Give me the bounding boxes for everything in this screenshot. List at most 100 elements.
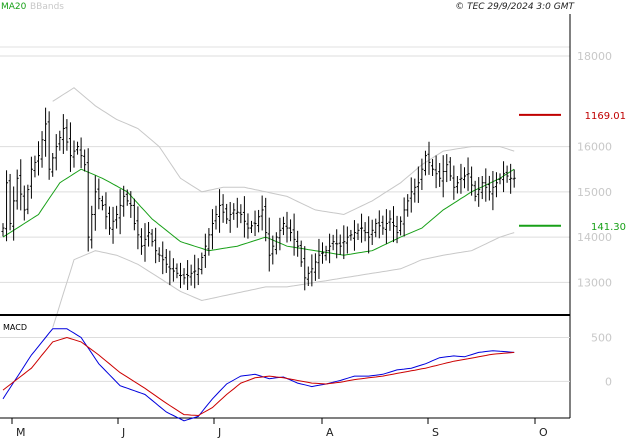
price-tick-label: 15000 [577, 186, 612, 199]
macd-tick-label: 500 [591, 332, 612, 345]
ohlc-bar [459, 163, 463, 194]
ohlc-bar [257, 209, 261, 233]
ohlc-bar [44, 107, 48, 157]
ohlc-bar [406, 194, 410, 217]
month-label: M [16, 426, 26, 439]
month-label: O [539, 426, 548, 439]
bband-upper [52, 87, 515, 216]
ohlc-bar [65, 119, 69, 151]
ohlc-bar [384, 209, 388, 244]
ohlc-bar [274, 232, 278, 255]
ohlc-bar [363, 222, 367, 242]
ohlc-bar [455, 176, 459, 194]
ohlc-bar [232, 203, 236, 220]
ohlc-bar [33, 155, 37, 178]
price-panel: 13000 14000 15000 16000 18000 1169.01 141.30 [0, 46, 626, 328]
ohlc-bar [317, 238, 321, 279]
ohlc-bar [214, 205, 218, 230]
ohlc-bar [278, 217, 282, 251]
ohlc-bars-layer [1, 107, 516, 291]
month-label: J [217, 426, 221, 439]
ohlc-bar [179, 262, 182, 289]
price-gridlines [0, 55, 570, 283]
macd-tick-label: 0 [605, 375, 612, 388]
month-label: J [121, 426, 125, 439]
ohlc-bar [374, 218, 378, 238]
price-tick-label: 16000 [577, 141, 612, 154]
ohlc-bar [51, 153, 55, 177]
ohlc-bar [328, 233, 332, 264]
ohlc-bar [104, 192, 108, 230]
ohlc-bar [54, 134, 58, 171]
ohlc-bar [452, 165, 456, 200]
ohlc-bar [5, 170, 9, 242]
ohlc-bar [196, 258, 200, 286]
ohlc-bar [250, 220, 253, 233]
x-axis-months: MJJASO [11, 418, 548, 439]
ohlc-bar [239, 204, 243, 224]
ohlc-bar [203, 233, 207, 268]
ohlc-bar [79, 137, 83, 169]
ohlc-bar [164, 249, 168, 273]
price-y-axis: 13000 14000 15000 16000 18000 [577, 50, 612, 289]
ohlc-bar [381, 215, 385, 235]
legend-ma20: MA20 [1, 2, 27, 12]
ohlc-bar [26, 184, 30, 215]
ohlc-bar [1, 223, 5, 237]
ohlc-bar [409, 177, 413, 213]
month-label: S [432, 426, 439, 439]
ohlc-bar [267, 217, 271, 272]
ohlc-bar [235, 197, 239, 228]
ohlc-bar [186, 260, 190, 290]
ohlc-bar [246, 213, 250, 239]
ohlc-bar [360, 213, 364, 243]
support-label: 141.30 [591, 222, 626, 233]
ohlc-bar [193, 254, 197, 289]
ohlc-bar [463, 167, 466, 189]
macd-line [2, 328, 515, 422]
ohlc-bar [8, 173, 12, 231]
ohlc-bar [260, 195, 264, 231]
ohlc-bar [445, 154, 449, 183]
ohlc-bar [416, 166, 420, 203]
ohlc-bar [253, 210, 257, 237]
ohlc-bar [200, 252, 204, 275]
chart-canvas: MA20 BBands © TEC 29/9/2024 3:0 GMT 1300… [0, 2, 626, 439]
copyright-text: © TEC 29/9/2024 3:0 GMT [455, 2, 575, 12]
bbands-layer [52, 87, 515, 328]
ohlc-bar [413, 178, 417, 203]
bband-lower [52, 232, 515, 328]
ohlc-bar [487, 175, 491, 201]
month-label: A [326, 426, 334, 439]
ohlc-bar [15, 169, 19, 210]
resistance-label: 1169.01 [585, 111, 626, 122]
ohlc-bar [154, 227, 158, 264]
ohlc-bar [345, 226, 349, 254]
ohlc-bar [83, 149, 87, 172]
ohlc-bar [352, 220, 356, 251]
ohlc-bar [100, 195, 104, 211]
ohlc-bar [157, 247, 161, 262]
ohlc-bar [97, 178, 101, 210]
ohlc-bar [171, 258, 175, 282]
ohlc-bar [512, 169, 516, 188]
ohlc-bar [22, 185, 26, 221]
ohlc-bar [40, 131, 44, 168]
ohlc-bar [448, 157, 452, 181]
ohlc-bar [207, 228, 211, 256]
ohlc-bar [292, 213, 296, 256]
ohlc-bar [494, 172, 498, 198]
ohlc-bar [61, 114, 65, 154]
ohlc-bar [321, 242, 324, 264]
ohlc-bar [242, 196, 246, 238]
ohlc-bar [377, 210, 381, 239]
ohlc-bar [68, 122, 72, 172]
ohlc-bar [161, 241, 165, 275]
ohlc-bar [324, 245, 328, 261]
ohlc-bar [218, 189, 222, 233]
ohlc-bar [367, 216, 371, 254]
ohlc-bar [12, 186, 16, 241]
ohlc-bar [285, 211, 289, 243]
ohlc-bar [143, 223, 147, 262]
ohlc-bar [296, 230, 300, 257]
